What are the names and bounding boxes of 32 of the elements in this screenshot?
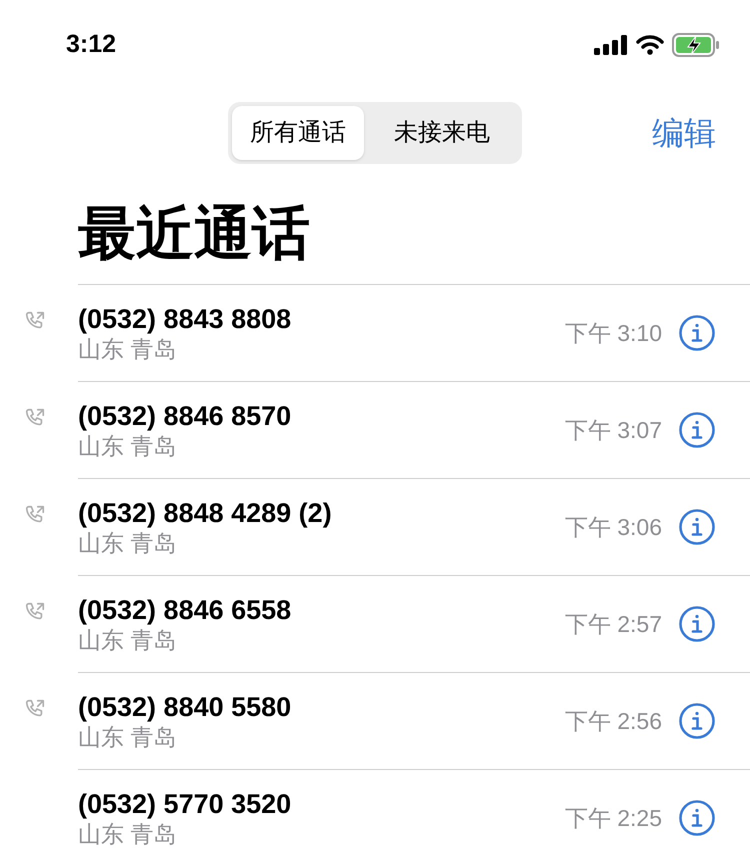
signal-icon: [594, 35, 628, 55]
call-time: 下午 3:07: [564, 416, 662, 445]
phone-number[interactable]: (0532) 8840 5580: [78, 691, 565, 723]
clock-time: 3:12: [66, 29, 116, 60]
info-icon[interactable]: [678, 508, 716, 546]
battery-charging-icon: [672, 33, 720, 57]
phone-number[interactable]: (0532) 8843 8808: [78, 303, 565, 335]
segment-tab[interactable]: 所有通话: [232, 106, 364, 160]
info-icon[interactable]: [678, 314, 716, 352]
call-location: 山东 青岛: [78, 626, 178, 654]
info-icon[interactable]: [678, 702, 716, 740]
edit-button[interactable]: 编辑: [652, 109, 716, 157]
phone-number[interactable]: (0532) 8846 6558: [78, 594, 565, 626]
call-time: 下午 2:57: [564, 610, 662, 639]
call-time: 下午 2:25: [564, 804, 662, 833]
call-time: 下午 3:06: [564, 512, 662, 542]
phone-number[interactable]: (0532) 8846 8570: [78, 400, 565, 432]
phone-number[interactable]: (0532) 8848 4289 (2): [78, 497, 565, 529]
call-time: 下午 2:56: [564, 706, 662, 736]
phone-number[interactable]: (0532) 5770 3520: [78, 788, 565, 820]
page-title: 最近通话: [78, 200, 311, 268]
segment-tab[interactable]: 未接来电: [366, 106, 518, 160]
call-location: 山东 青岛: [78, 335, 178, 363]
info-icon[interactable]: [678, 799, 716, 837]
call-location: 山东 青岛: [78, 723, 178, 751]
call-location: 山东 青岛: [78, 432, 178, 460]
call-location: 山东 青岛: [78, 529, 178, 557]
info-icon[interactable]: [678, 605, 716, 643]
info-icon[interactable]: [678, 411, 716, 449]
wifi-icon: [636, 35, 664, 55]
call-location: 山东 青岛: [78, 820, 178, 848]
call-time: 下午 3:10: [564, 318, 662, 348]
